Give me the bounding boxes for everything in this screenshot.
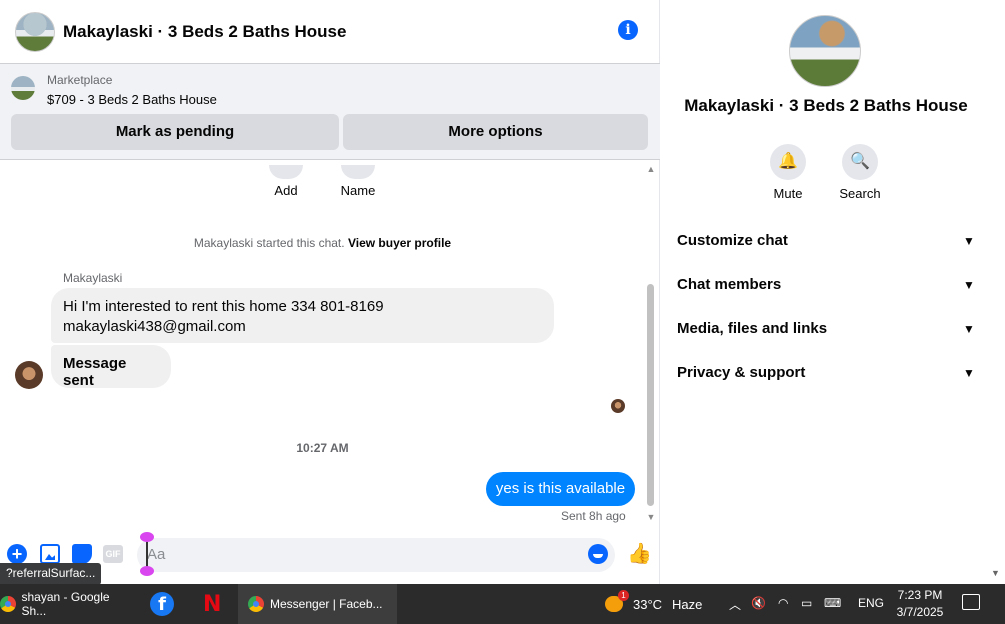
section-label: Customize chat (677, 232, 788, 249)
section-label: Privacy & support (677, 364, 806, 381)
bell-icon: 🔔 (770, 144, 806, 180)
listing-title[interactable]: $709 - 3 Beds 2 Baths House (47, 92, 217, 107)
marketplace-label: Marketplace (47, 73, 113, 87)
sent-message[interactable]: yes is this available (486, 472, 635, 506)
name-label: Name (340, 183, 376, 198)
mute-label: Mute (773, 186, 803, 201)
sticker-icon[interactable] (72, 544, 92, 564)
scroll-down-arrow-icon[interactable]: ▼ (645, 512, 657, 524)
plus-icon[interactable]: + (7, 544, 27, 564)
taskbar-item-netflix[interactable]: N (203, 584, 223, 624)
panel-title: Makaylaski · 3 Beds 2 Baths House (684, 96, 968, 115)
weather-badge: 1 (618, 590, 629, 601)
scroll-up-arrow-icon[interactable]: ▲ (645, 164, 657, 176)
clock-date: 3/7/2025 (896, 605, 944, 619)
gif-icon[interactable]: GIF (103, 545, 123, 563)
chrome-icon (248, 596, 264, 612)
facebook-icon: f (150, 592, 174, 616)
chat-details-panel: Makaylaski · 3 Beds 2 Baths House 🔔 Mute… (661, 0, 1005, 584)
cursor-handle-top (140, 532, 154, 542)
system-message: Makaylaski started this chat. View buyer… (0, 236, 645, 250)
message-line: makaylaski438@gmail.com (63, 318, 246, 335)
taskbar-item-sheets[interactable]: shayan - Google Sh... (0, 584, 134, 624)
battery-icon[interactable]: ▭ (801, 596, 812, 610)
taskbar-item-facebook[interactable]: f (150, 584, 176, 624)
screen: Makaylaski · 3 Beds 2 Baths House i Mark… (0, 0, 1005, 624)
mark-as-pending-button[interactable]: Mark as pending (11, 114, 339, 150)
weather-temp: 33°C (633, 596, 663, 612)
chrome-icon (0, 596, 16, 612)
sent-status: Sent 8h ago (561, 509, 626, 523)
listing-thumbnail[interactable] (11, 76, 35, 100)
volume-icon[interactable]: 🔇 (751, 596, 766, 610)
section-label: Chat members (677, 276, 782, 293)
name-icon (341, 165, 375, 179)
weather-widget[interactable]: 1 33°C Haze (605, 584, 715, 624)
chevron-down-icon: ▼ (963, 322, 975, 336)
section-privacy-support[interactable]: Privacy & support ▼ (677, 361, 977, 385)
received-message[interactable]: Message sent (51, 345, 171, 389)
chevron-down-icon: ▼ (963, 366, 975, 380)
message-input[interactable]: Aa (137, 538, 615, 572)
thumbs-up-icon[interactable]: 👍 (627, 543, 652, 565)
photo-icon[interactable] (40, 544, 60, 564)
name-action[interactable]: Name (328, 165, 388, 198)
keyboard-icon[interactable]: ⌨ (824, 596, 841, 610)
section-label: Media, files and links (677, 320, 828, 337)
taskbar-item-label: shayan - Google Sh... (21, 590, 110, 618)
section-chat-members[interactable]: Chat members ▼ (677, 273, 977, 297)
search-label: Search (839, 186, 881, 201)
system-message-text: Makaylaski started this chat. (193, 236, 345, 250)
panel-scroll-down-arrow-icon[interactable]: ▼ (991, 568, 1000, 578)
search-button[interactable]: 🔍 Search (830, 144, 890, 201)
sender-avatar[interactable] (15, 361, 43, 389)
chat-avatar[interactable] (15, 11, 55, 52)
chat-pane: Makaylaski · 3 Beds 2 Baths House i Mark… (0, 0, 660, 585)
cursor-handle-bottom (140, 566, 154, 576)
add-action[interactable]: Add (256, 165, 316, 198)
weather-condition: Haze (672, 596, 703, 612)
section-media-files-links[interactable]: Media, files and links ▼ (677, 317, 977, 341)
scroll-thumb[interactable] (647, 284, 654, 506)
chevron-down-icon: ▼ (963, 234, 975, 248)
clock-time: 7:23 PM (897, 588, 943, 602)
chevron-up-icon[interactable]: ︿ (729, 596, 741, 613)
info-icon[interactable]: i (618, 20, 638, 40)
mute-button[interactable]: 🔔 Mute (758, 144, 818, 201)
more-options-button[interactable]: More options (343, 114, 648, 150)
search-icon: 🔍 (842, 144, 878, 180)
weather-icon: 1 (605, 590, 629, 612)
view-buyer-profile-link[interactable]: View buyer profile (348, 236, 451, 250)
netflix-icon: N (203, 591, 222, 617)
chat-scrollbar[interactable]: ▲ ▼ (645, 164, 657, 524)
sender-name: Makaylaski (63, 271, 123, 285)
panel-avatar[interactable] (789, 15, 861, 87)
wifi-icon[interactable]: ◠ (778, 596, 788, 610)
taskbar-item-messenger[interactable]: Messenger | Faceb... (238, 584, 397, 624)
received-message[interactable]: Hi I'm interested to rent this home 334 … (51, 288, 554, 343)
read-receipt-avatar (611, 399, 625, 413)
marketplace-banner: Marketplace $709 - 3 Beds 2 Baths House … (0, 64, 660, 160)
system-clock[interactable]: 7:23 PM 3/7/2025 (890, 587, 950, 621)
message-timestamp: 10:27 AM (296, 441, 349, 455)
notification-icon[interactable] (962, 594, 980, 610)
chat-header: Makaylaski · 3 Beds 2 Baths House i (0, 0, 660, 64)
language-indicator[interactable]: ENG (858, 596, 884, 610)
emoji-icon[interactable] (588, 544, 608, 564)
chevron-down-icon: ▼ (963, 278, 975, 292)
chat-title[interactable]: Makaylaski · 3 Beds 2 Baths House (63, 22, 346, 42)
section-customize-chat[interactable]: Customize chat ▼ (677, 229, 977, 253)
message-line: Hi I'm interested to rent this home 334 … (63, 298, 384, 315)
add-label: Add (274, 183, 298, 198)
add-icon (269, 165, 303, 179)
url-tooltip: ?referralSurfac... (0, 563, 102, 585)
windows-taskbar: shayan - Google Sh... f N Messenger | Fa… (0, 584, 1005, 624)
taskbar-item-label: Messenger | Faceb... (270, 597, 383, 611)
